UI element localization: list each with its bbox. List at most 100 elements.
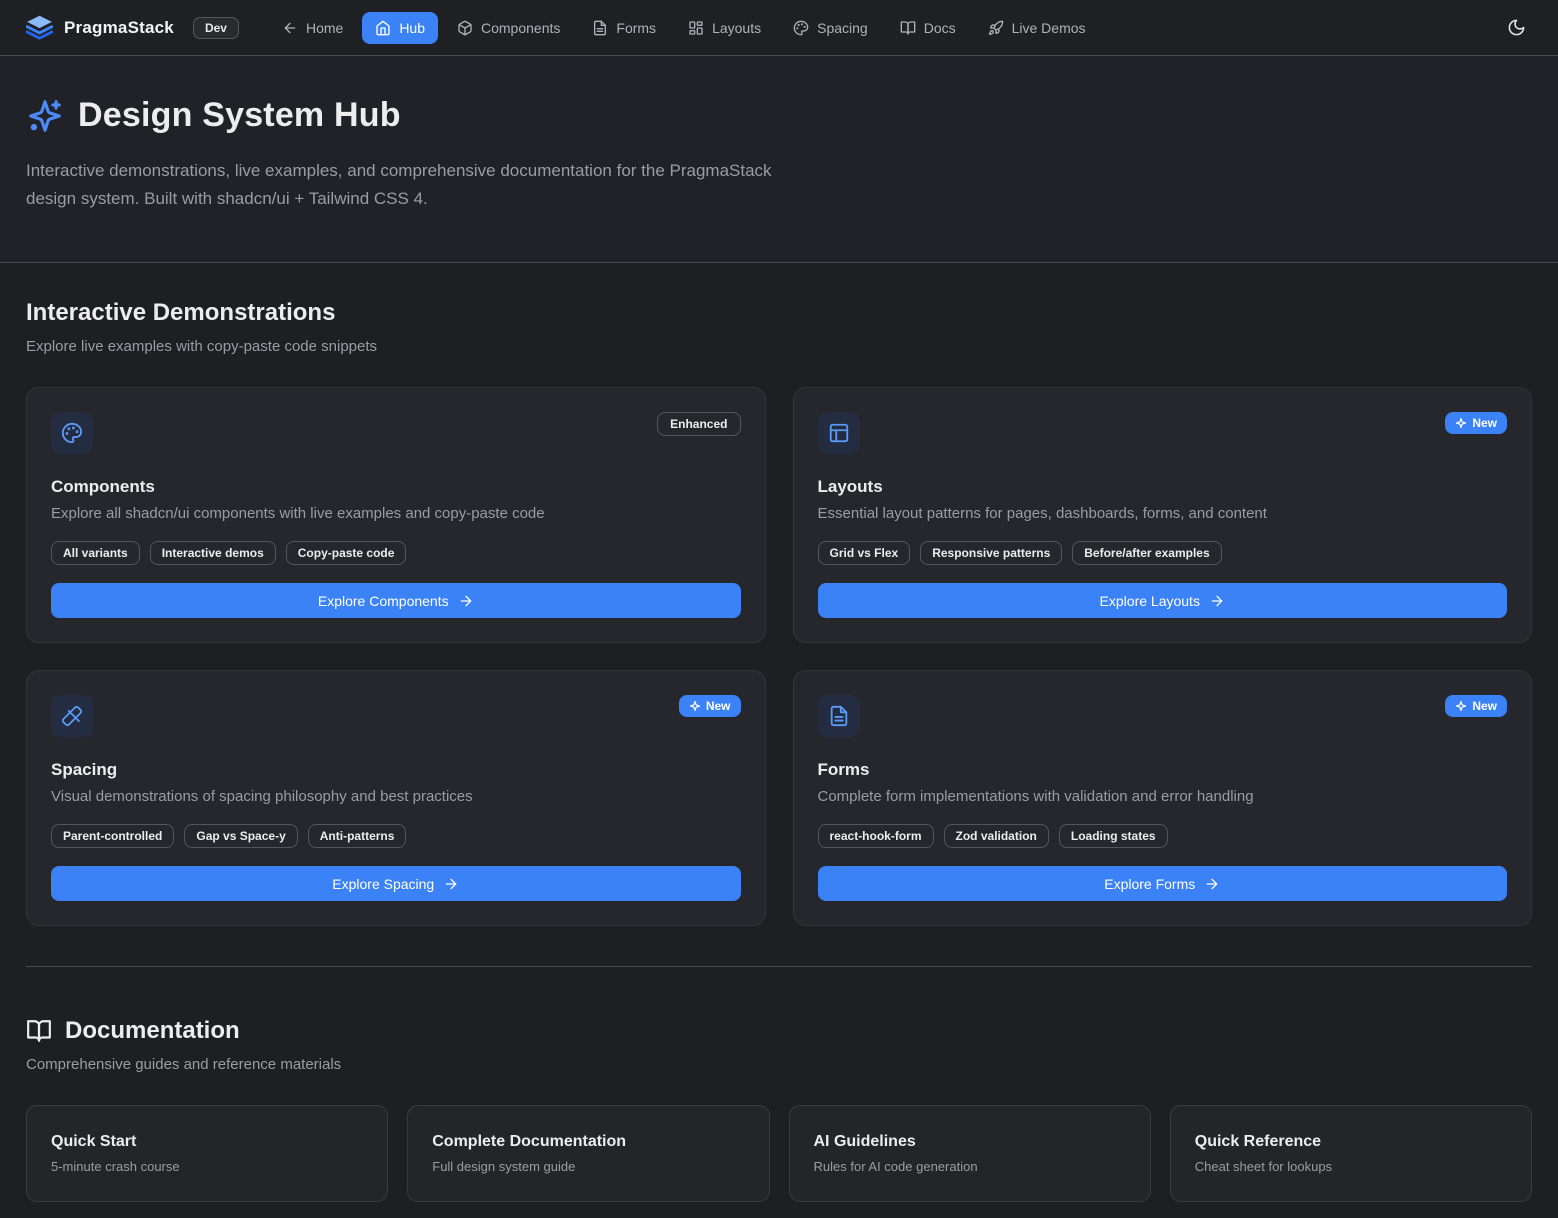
file-text-icon	[592, 20, 608, 36]
explore-forms-button[interactable]: Explore Forms	[818, 866, 1508, 901]
feature-tag: Interactive demos	[150, 541, 276, 565]
doc-card-title: Complete Documentation	[432, 1133, 744, 1151]
page-subtitle: Interactive demonstrations, live example…	[26, 157, 774, 212]
arrow-right-icon	[443, 876, 459, 892]
nav-item-label: Live Demos	[1012, 20, 1086, 36]
doc-card-quick-reference[interactable]: Quick Reference Cheat sheet for lookups	[1170, 1105, 1532, 1202]
demo-card-layouts: New Layouts Essential layout patterns fo…	[793, 387, 1533, 643]
home-icon	[375, 20, 391, 36]
doc-card-title: Quick Reference	[1195, 1133, 1507, 1151]
arrow-right-icon	[1204, 876, 1220, 892]
card-description: Explore all shadcn/ui components with li…	[51, 505, 741, 522]
doc-card-quick-start[interactable]: Quick Start 5-minute crash course	[26, 1105, 388, 1202]
doc-card-description: 5-minute crash course	[51, 1159, 363, 1174]
arrow-right-icon	[1209, 593, 1225, 609]
doc-card-complete-documentation[interactable]: Complete Documentation Full design syste…	[407, 1105, 769, 1202]
nav-item-label: Spacing	[817, 20, 868, 36]
explore-components-button[interactable]: Explore Components	[51, 583, 741, 618]
hero-section: Design System Hub Interactive demonstrat…	[0, 56, 1558, 263]
main-content: Interactive Demonstrations Explore live …	[0, 263, 1558, 1202]
nav-item-layouts[interactable]: Layouts	[675, 12, 774, 44]
demo-card-spacing: New Spacing Visual demonstrations of spa…	[26, 670, 766, 926]
new-badge: New	[679, 695, 741, 717]
button-label: Explore Forms	[1104, 876, 1195, 892]
demo-card-grid: Enhanced Components Explore all shadcn/u…	[26, 387, 1532, 926]
brand[interactable]: PragmaStack Dev	[26, 14, 239, 41]
nav-item-label: Docs	[924, 20, 956, 36]
nav-item-live-demos[interactable]: Live Demos	[975, 12, 1099, 44]
file-text-icon	[818, 695, 860, 737]
layout-template-icon	[818, 412, 860, 454]
demo-card-forms: New Forms Complete form implementations …	[793, 670, 1533, 926]
doc-card-description: Full design system guide	[432, 1159, 744, 1174]
nav-item-home[interactable]: Home	[269, 12, 356, 44]
nav-item-components[interactable]: Components	[444, 12, 573, 44]
feature-tag: Before/after examples	[1072, 541, 1221, 565]
feature-tag: Grid vs Flex	[818, 541, 911, 565]
nav-item-spacing[interactable]: Spacing	[780, 12, 881, 44]
button-label: Explore Components	[318, 593, 449, 609]
theme-toggle-button[interactable]	[1501, 12, 1532, 43]
nav-item-hub[interactable]: Hub	[362, 12, 438, 44]
feature-tag: Anti-patterns	[308, 824, 407, 848]
sparkles-icon	[689, 700, 701, 712]
doc-card-ai-guidelines[interactable]: AI Guidelines Rules for AI code generati…	[789, 1105, 1151, 1202]
nav-item-label: Components	[481, 20, 560, 36]
rocket-icon	[988, 20, 1004, 36]
feature-tag: Responsive patterns	[920, 541, 1062, 565]
nav-item-docs[interactable]: Docs	[887, 12, 969, 44]
book-open-icon	[26, 1018, 52, 1044]
feature-tag: react-hook-form	[818, 824, 934, 848]
page-title: Design System Hub	[78, 96, 401, 135]
moon-icon	[1507, 18, 1526, 37]
new-badge: New	[1445, 695, 1507, 717]
documentation-section: Documentation Comprehensive guides and r…	[26, 1017, 1532, 1202]
button-label: Explore Layouts	[1100, 593, 1200, 609]
docs-section-subtitle: Comprehensive guides and reference mater…	[26, 1056, 1532, 1073]
nav-item-label: Layouts	[712, 20, 761, 36]
demos-section-subtitle: Explore live examples with copy-paste co…	[26, 338, 1532, 355]
brand-name: PragmaStack	[64, 18, 174, 38]
card-description: Visual demonstrations of spacing philoso…	[51, 788, 741, 805]
feature-tag: Zod validation	[944, 824, 1049, 848]
card-title: Spacing	[51, 760, 741, 780]
docs-section-title: Documentation	[65, 1017, 240, 1045]
doc-card-title: Quick Start	[51, 1133, 363, 1151]
explore-spacing-button[interactable]: Explore Spacing	[51, 866, 741, 901]
demos-section-title: Interactive Demonstrations	[26, 299, 1532, 327]
book-open-icon	[900, 20, 916, 36]
feature-tag: All variants	[51, 541, 140, 565]
badge-label: New	[1472, 416, 1497, 430]
card-title: Forms	[818, 760, 1508, 780]
navbar: PragmaStack Dev Home Hub Components Fo	[0, 0, 1558, 56]
sparkles-icon	[1455, 700, 1467, 712]
card-description: Complete form implementations with valid…	[818, 788, 1508, 805]
explore-layouts-button[interactable]: Explore Layouts	[818, 583, 1508, 618]
sparkles-icon	[26, 97, 64, 135]
arrow-right-icon	[458, 593, 474, 609]
palette-icon	[793, 20, 809, 36]
badge-label: New	[1472, 699, 1497, 713]
sparkles-icon	[1455, 417, 1467, 429]
nav-item-forms[interactable]: Forms	[579, 12, 669, 44]
env-badge: Dev	[193, 17, 239, 39]
nav-item-label: Hub	[399, 20, 425, 36]
palette-icon	[51, 412, 93, 454]
layers-logo-icon	[26, 14, 53, 41]
badge-label: New	[706, 699, 731, 713]
feature-tag: Gap vs Space-y	[184, 824, 297, 848]
feature-tag: Parent-controlled	[51, 824, 174, 848]
section-divider	[26, 966, 1532, 967]
nav-item-label: Forms	[616, 20, 656, 36]
doc-card-description: Cheat sheet for lookups	[1195, 1159, 1507, 1174]
card-title: Components	[51, 477, 741, 497]
nav-item-label: Home	[306, 20, 343, 36]
layout-dashboard-icon	[688, 20, 704, 36]
status-badge: Enhanced	[657, 412, 740, 436]
doc-card-title: AI Guidelines	[814, 1133, 1126, 1151]
button-label: Explore Spacing	[332, 876, 434, 892]
demo-card-components: Enhanced Components Explore all shadcn/u…	[26, 387, 766, 643]
feature-tag: Copy-paste code	[286, 541, 407, 565]
ruler-icon	[51, 695, 93, 737]
package-icon	[457, 20, 473, 36]
